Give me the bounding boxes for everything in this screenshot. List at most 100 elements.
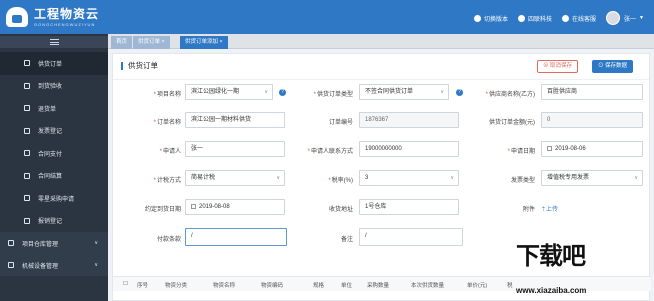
settle-icon xyxy=(24,172,30,179)
watermark-url: www.xiazaiba.com xyxy=(516,286,587,295)
col-header: 税 xyxy=(507,283,513,289)
chevron-down-icon: ▼ xyxy=(639,15,644,21)
chevron-down-icon: ∨ xyxy=(634,175,638,181)
help-icon[interactable]: ? xyxy=(456,89,463,96)
order-type-label: *供货订单类型 xyxy=(313,92,353,98)
menu-icon xyxy=(49,39,59,45)
switch-icon xyxy=(473,14,481,22)
help-icon[interactable]: ? xyxy=(279,89,286,96)
sidebar-item-misc-purchase[interactable]: 零星采购申请 xyxy=(0,187,108,210)
table-select-all-checkbox[interactable]: ☐ xyxy=(123,281,128,287)
payment-terms-textarea[interactable]: / xyxy=(185,228,287,246)
col-header: 采购数量 xyxy=(367,283,390,289)
sidebar-item-invoice[interactable]: 发票登记 xyxy=(0,120,108,143)
tab-supply-order-add[interactable]: 供货订单添加 × xyxy=(180,36,228,49)
sidebar-item-supply-order[interactable]: 供货订单 xyxy=(0,52,108,75)
calendar-icon xyxy=(547,145,552,151)
tax-rate-select[interactable]: 3 ∨ xyxy=(359,170,459,186)
col-header: 本次供货数量 xyxy=(411,283,445,289)
sidebar-item-reimburse[interactable]: 报销登记 xyxy=(0,210,108,233)
building-icon xyxy=(518,14,525,22)
order-no-label: 订单编号 xyxy=(328,120,353,126)
avatar xyxy=(606,11,621,25)
order-amount-label: 供货订单金额(元) xyxy=(489,120,535,126)
invoice-type-label: 发票类型 xyxy=(510,178,535,184)
arrival-date-picker[interactable]: 2019-08-08 xyxy=(185,199,285,215)
chevron-down-icon: ∨ xyxy=(450,175,454,181)
order-type-select[interactable]: 不签合同供货订单 ∨ xyxy=(359,84,449,100)
order-name-input[interactable]: 滨江公园一期材料供货 xyxy=(185,112,285,128)
project-name-select[interactable]: 滨江公园绿化一期 ∨ xyxy=(185,84,273,100)
gear-icon xyxy=(8,262,14,268)
supplier-input[interactable]: 百胜供应商 xyxy=(541,84,643,100)
switch-version-link[interactable]: 切换版本 xyxy=(473,14,508,23)
chart-icon xyxy=(24,195,30,202)
sidebar-item-return[interactable]: 退货单 xyxy=(0,97,108,120)
sidebar-group-warehouse[interactable]: 项目仓库管理 ∨ xyxy=(0,232,108,254)
chevron-down-icon: ∨ xyxy=(440,89,444,95)
cancel-icon: ⊗ xyxy=(543,63,551,69)
col-header: 单位 xyxy=(341,283,353,289)
applicant-input[interactable]: 张一 xyxy=(185,141,285,157)
apply-date-label: *申请日期 xyxy=(507,149,535,155)
watermark-logo: 下载吧 xyxy=(516,243,586,270)
supplier-label: *供应商名称(乙方) xyxy=(485,92,535,98)
app-logo[interactable]: 工程物资云 GONGCHENGWUZIYUN xyxy=(6,7,99,27)
chevron-down-icon: ∨ xyxy=(94,262,98,268)
col-header: 单价(元) xyxy=(467,283,488,289)
invoice-icon xyxy=(24,127,30,134)
sidebar: 供货订单 到货验收 退货单 发票登记 合同支付 合同结算 零星采购申请 报销登记… xyxy=(0,34,108,301)
sidebar-item-arrival-check[interactable]: 到货验收 xyxy=(0,75,108,98)
watermark: 下载吧 www.xiazaiba.com xyxy=(516,244,654,301)
tab-supply-order[interactable]: 供货订单 × xyxy=(133,36,170,49)
col-header: 物资名称 xyxy=(213,283,236,289)
attachment-label: 附件 xyxy=(522,207,535,213)
chevron-down-icon: ∨ xyxy=(94,240,98,246)
save-button[interactable]: ⊙ 保存数据 xyxy=(592,60,634,73)
home-icon xyxy=(8,240,14,246)
payment-terms-label: 付款条款 xyxy=(156,237,181,243)
remark-label: 备注 xyxy=(340,237,353,243)
tab-home[interactable]: 首页 xyxy=(111,36,133,49)
sidebar-toggle-button[interactable] xyxy=(0,36,108,48)
receive-addr-label: 收货地址 xyxy=(328,207,353,213)
page-title: 供货订单 xyxy=(121,62,158,70)
project-name-label: *项目名称 xyxy=(153,92,181,98)
upload-link[interactable]: ⇡上传 xyxy=(541,204,558,213)
contact-input[interactable]: 19000000000 xyxy=(359,141,459,157)
cloud-logo-icon xyxy=(6,7,28,27)
col-header: 物资编码 xyxy=(261,283,284,289)
receive-addr-input[interactable]: 1号仓库 xyxy=(359,199,459,215)
tax-method-label: *计税方式 xyxy=(153,178,181,184)
applicant-label: *申请人 xyxy=(159,149,181,155)
chevron-down-icon: ∨ xyxy=(276,175,280,181)
chevron-down-icon: ∨ xyxy=(264,89,268,95)
remark-textarea[interactable]: / xyxy=(359,228,463,246)
tax-method-select[interactable]: 简易计税 ∨ xyxy=(185,170,285,186)
online-support-link[interactable]: 在线客服 xyxy=(562,14,596,23)
app-subtitle: GONGCHENGWUZIYUN xyxy=(34,21,96,27)
cancel-button[interactable]: ⊗ 取消保存 xyxy=(537,60,579,73)
save-icon: ⊙ xyxy=(598,63,606,69)
contact-label: *申请人联系方式 xyxy=(307,149,353,155)
user-menu[interactable]: 张一 ▼ xyxy=(606,11,644,25)
col-header: 物资分类 xyxy=(165,283,188,289)
app-title: 工程物资云 xyxy=(34,6,100,21)
tax-rate-label: *税率(%) xyxy=(328,178,353,184)
col-header: 规格 xyxy=(313,283,325,289)
invoice-type-select[interactable]: 增值税专用发票 ∨ xyxy=(541,170,643,186)
order-no-field: 1876367 xyxy=(359,112,459,128)
receipt-icon xyxy=(24,217,30,224)
top-bar: 工程物资云 GONGCHENGWUZIYUN 切换版本 四联科技 在线客服 张一… xyxy=(0,0,654,34)
document-icon xyxy=(24,105,30,112)
sidebar-item-contract-pay[interactable]: 合同支付 xyxy=(0,142,108,165)
arrival-date-label: 约定到货日期 xyxy=(144,207,181,213)
company-link[interactable]: 四联科技 xyxy=(518,14,552,23)
order-amount-field: 0 xyxy=(541,112,643,128)
cart-icon xyxy=(24,60,30,67)
apply-date-picker[interactable]: 2019-08-06 xyxy=(541,141,643,157)
col-header: 序号 xyxy=(137,283,149,289)
clipboard-icon xyxy=(24,82,30,89)
sidebar-item-contract-settle[interactable]: 合同结算 xyxy=(0,165,108,188)
sidebar-group-equipment[interactable]: 机械设备管理 ∨ xyxy=(0,254,108,276)
